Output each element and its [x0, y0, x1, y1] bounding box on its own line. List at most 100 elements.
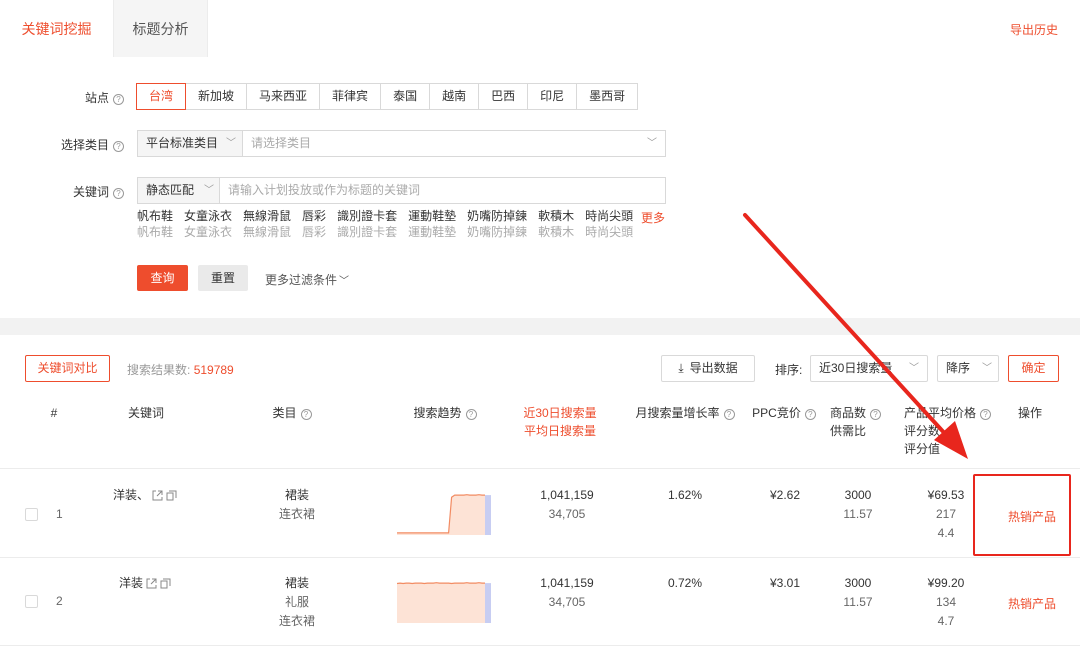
col-trend-label: 搜索趋势: [413, 406, 462, 420]
divider: [0, 468, 1080, 469]
col-price-header[interactable]: 产品平均价格? 评分数 评分值: [904, 404, 994, 458]
confirm-button[interactable]: 确定: [1008, 355, 1059, 382]
category-placeholder: 请选择类目: [251, 136, 312, 150]
export-data-button[interactable]: ⤓ 导出数据: [661, 355, 755, 382]
col-keyword-header: 关键词: [127, 406, 164, 420]
copy-icon[interactable]: [166, 488, 177, 507]
keyword-input[interactable]: 请输入计划投放或作为标题的关键词: [228, 178, 420, 203]
keyword-cell: 洋装: [100, 574, 190, 595]
site-option[interactable]: 马来西亚: [246, 83, 321, 110]
rating-value: 4.4: [937, 526, 955, 540]
match-mode-select[interactable]: 静态匹配 ﹀: [138, 178, 220, 203]
suggestion-translation: 時尚尖頭: [585, 225, 634, 239]
suggestion-item[interactable]: 時尚尖頭 時尚尖頭: [585, 208, 633, 240]
col-ppc-header[interactable]: PPC竞价?: [751, 404, 817, 422]
col-reviews-label: 评分数: [904, 424, 941, 438]
export-history-link[interactable]: 导出历史: [1010, 21, 1058, 38]
site-option[interactable]: 巴西: [478, 83, 529, 110]
site-option[interactable]: 泰国: [380, 83, 431, 110]
suggestion-text: 帆布鞋: [137, 209, 174, 223]
site-option[interactable]: 菲律宾: [319, 83, 382, 110]
chevron-down-icon: ﹀: [339, 276, 350, 287]
keyword-search: 静态匹配 ﹀ 请输入计划投放或作为标题的关键词: [137, 177, 666, 204]
col-growth-label: 月搜索量增长率: [635, 406, 720, 420]
sort-order-select[interactable]: 降序 ﹀: [937, 355, 999, 382]
hot-products-link[interactable]: 热销产品: [1008, 595, 1056, 612]
sort-field-value: 近30日搜索量: [819, 361, 893, 375]
suggestion-item[interactable]: 奶嘴防掉鍊 奶嘴防掉鍊: [467, 208, 527, 240]
row-checkbox[interactable]: [25, 508, 38, 521]
supply-value: 11.57: [843, 507, 873, 521]
suggestion-translation: 運動鞋墊: [408, 225, 457, 239]
result-count-value: 519789: [193, 363, 234, 377]
col-products-label: 商品数: [830, 406, 867, 420]
site-option[interactable]: 墨西哥: [576, 83, 639, 110]
external-link-icon[interactable]: [146, 576, 157, 595]
hot-products-link[interactable]: 热销产品: [1008, 508, 1056, 525]
help-icon[interactable]: ?: [113, 94, 124, 105]
row-index: 1: [56, 507, 63, 521]
col-supply-label: 供需比: [830, 424, 867, 438]
trend-current-bar: [485, 495, 491, 535]
help-icon: ?: [300, 409, 312, 420]
site-option[interactable]: 台湾: [136, 83, 187, 110]
result-count-label: 搜索结果数:: [127, 363, 191, 377]
row-checkbox[interactable]: [25, 595, 38, 608]
more-suggestions-link[interactable]: 更多: [641, 209, 665, 226]
suggestion-translation: 女童泳衣: [184, 225, 233, 239]
col-category-header[interactable]: 类目?: [262, 404, 322, 422]
suggestion-translation: 帆布鞋: [137, 225, 174, 239]
col-products-header[interactable]: 商品数? 供需比: [830, 404, 892, 440]
help-icon: ?: [465, 409, 477, 420]
query-button[interactable]: 查询: [137, 265, 188, 291]
suggestion-item[interactable]: 無線滑鼠 無線滑鼠: [243, 208, 291, 240]
products-cell: 3000 11.57: [830, 486, 886, 524]
more-filters-label: 更多过滤条件: [265, 273, 338, 287]
copy-icon[interactable]: [160, 576, 171, 595]
suggestion-item[interactable]: 軟積木 軟積木: [538, 208, 574, 240]
price-cell: ¥99.20 134 4.7: [918, 574, 974, 631]
col-index-header: #: [50, 406, 58, 420]
products-value: 3000: [844, 576, 872, 590]
suggestion-item[interactable]: 運動鞋墊 運動鞋墊: [408, 208, 456, 240]
suggestion-translation: 無線滑鼠: [243, 225, 292, 239]
site-option[interactable]: 印尼: [527, 83, 578, 110]
tab-keyword-mining[interactable]: 关键词挖掘: [0, 0, 113, 57]
external-link-icon[interactable]: [152, 488, 163, 507]
price-value: ¥69.53: [927, 488, 965, 502]
site-option[interactable]: 新加坡: [185, 83, 248, 110]
col-search-daily-label: 平均日搜索量: [523, 424, 596, 438]
reset-button[interactable]: 重置: [198, 265, 248, 291]
site-option[interactable]: 越南: [429, 83, 480, 110]
suggestion-translation: 軟積木: [538, 225, 575, 239]
suggestion-item[interactable]: 唇彩 唇彩: [302, 208, 326, 240]
keyword-compare-button[interactable]: 关键词对比: [25, 355, 110, 382]
category-select[interactable]: 平台标准类目 ﹀ 请选择类目 ﹀: [137, 130, 666, 157]
result-count: 搜索结果数: 519789: [127, 361, 234, 378]
ppc-value: ¥2.62: [769, 488, 801, 502]
col-growth-header[interactable]: 月搜索量增长率?: [630, 404, 740, 422]
category-mode-label: 平台标准类目: [146, 136, 219, 150]
suggestion-text: 無線滑鼠: [243, 209, 292, 223]
col-trend-header[interactable]: 搜索趋势?: [405, 404, 485, 422]
tab-title-analysis[interactable]: 标题分析: [113, 0, 208, 57]
col-search-volume-header[interactable]: 近30日搜索量 平均日搜索量: [515, 404, 605, 440]
category-text: 礼服: [284, 595, 309, 609]
results-panel: 关键词对比 搜索结果数: 519789 ⤓ 导出数据 排序: 近30日搜索量 ﹀ …: [0, 335, 1080, 649]
help-icon[interactable]: ?: [113, 188, 124, 199]
help-icon[interactable]: ?: [113, 141, 124, 152]
search-volume-cell: 1,041,159 34,705: [522, 574, 612, 612]
suggestion-item[interactable]: 帆布鞋 帆布鞋: [137, 208, 173, 240]
suggestion-item[interactable]: 女童泳衣 女童泳衣: [184, 208, 232, 240]
suggestion-item[interactable]: 識別證卡套 識別證卡套: [337, 208, 397, 240]
keyword-text[interactable]: 洋装、: [113, 488, 149, 502]
more-filters-toggle[interactable]: 更多过滤条件 ﹀: [265, 271, 349, 288]
category-mode-select[interactable]: 平台标准类目 ﹀: [138, 131, 243, 156]
category-cell: 裙装 礼服 连衣裙: [262, 574, 332, 631]
sort-field-select[interactable]: 近30日搜索量 ﹀: [810, 355, 928, 382]
suggestion-text: 唇彩: [302, 209, 327, 223]
search-daily-value: 34,705: [548, 595, 586, 609]
keyword-text[interactable]: 洋装: [119, 576, 143, 590]
supply-value: 11.57: [843, 595, 873, 609]
help-icon: ?: [723, 409, 735, 420]
